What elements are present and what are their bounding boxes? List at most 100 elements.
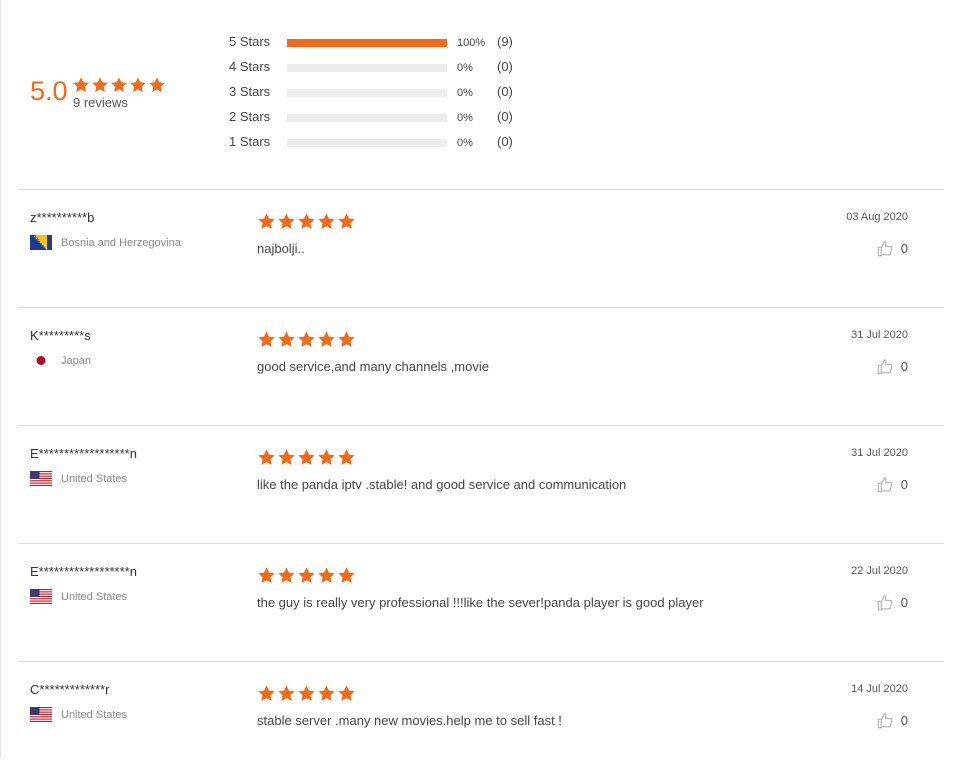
thumbs-up-icon	[877, 477, 893, 493]
star-icon	[130, 77, 146, 92]
review-date: 14 Jul 2020	[851, 683, 908, 695]
distribution-count: (0)	[497, 109, 513, 124]
star-icon	[298, 685, 315, 701]
review-text: stable server .many new movies.help me t…	[257, 713, 562, 728]
flag-ba-icon	[30, 235, 52, 250]
helpful-button[interactable]: 0	[877, 358, 908, 375]
star-icon	[338, 331, 355, 347]
star-icon	[73, 77, 89, 92]
star-icon	[149, 77, 165, 92]
helpful-count: 0	[900, 358, 908, 374]
review-item: K*********s Japan good service,and many …	[18, 307, 944, 426]
star-icon	[258, 213, 275, 229]
helpful-button[interactable]: 0	[877, 476, 908, 493]
review-date: 31 Jul 2020	[851, 447, 908, 459]
distribution-percent: 0%	[457, 112, 473, 124]
star-icon	[278, 331, 295, 347]
distribution-count: (0)	[497, 84, 513, 99]
helpful-count: 0	[900, 240, 908, 256]
reviewer-name: K*********s	[30, 328, 91, 343]
reviewer-country: United States	[30, 471, 127, 486]
star-icon	[298, 567, 315, 583]
review-count: 9 reviews	[73, 95, 128, 110]
thumbs-up-icon	[877, 241, 893, 257]
review-text: good service,and many channels ,movie	[257, 359, 489, 374]
star-icon	[111, 77, 127, 92]
star-icon	[258, 685, 275, 701]
flag-jp-icon	[30, 353, 52, 368]
review-stars	[257, 330, 356, 349]
distribution-label: 5 Stars	[229, 34, 271, 49]
star-icon	[318, 213, 335, 229]
reviewer-country: Japan	[30, 353, 91, 368]
average-rating: 5.0	[30, 76, 68, 106]
star-icon	[298, 331, 315, 347]
country-name: Japan	[61, 354, 91, 367]
country-name: United States	[61, 472, 128, 485]
review-date: 31 Jul 2020	[851, 329, 908, 341]
distribution-percent: 0%	[457, 137, 473, 149]
review-text: najbolji..	[257, 241, 305, 256]
star-icon	[278, 449, 295, 465]
star-icon	[318, 331, 335, 347]
star-icon	[338, 213, 355, 229]
distribution-label: 2 Stars	[229, 109, 271, 124]
distribution-percent: 100%	[457, 37, 486, 49]
distribution-bar-fill	[287, 39, 447, 47]
star-icon	[278, 685, 295, 701]
distribution-count: (0)	[497, 134, 513, 149]
country-name: United States	[61, 590, 128, 603]
flag-us-icon	[30, 471, 52, 486]
star-icon	[258, 331, 275, 347]
distribution-bar	[287, 64, 447, 72]
star-icon	[92, 77, 108, 92]
thumbs-up-icon	[877, 713, 893, 729]
star-icon	[318, 567, 335, 583]
star-icon	[338, 567, 355, 583]
helpful-count: 0	[900, 476, 908, 492]
review-date: 22 Jul 2020	[851, 565, 908, 577]
distribution-label: 3 Stars	[229, 84, 271, 99]
helpful-button[interactable]: 0	[877, 594, 908, 611]
reviewer-name: E******************n	[30, 564, 137, 579]
star-icon	[298, 213, 315, 229]
distribution-bar	[287, 89, 447, 97]
review-stars	[257, 684, 356, 703]
thumbs-up-icon	[877, 595, 893, 611]
review-item: E******************n United States the g…	[18, 543, 944, 662]
review-text: like the panda iptv .stable! and good se…	[257, 477, 627, 492]
distribution-count: (9)	[497, 34, 513, 49]
reviewer-country: Bosnia and Herzegovina	[30, 235, 181, 250]
review-date: 03 Aug 2020	[846, 211, 908, 223]
country-name: Bosnia and Herzegovina	[61, 236, 181, 249]
reviewer-name: z**********b	[30, 210, 95, 225]
star-icon	[318, 685, 335, 701]
review-item: z**********b Bosnia and Herzegovina najb…	[18, 189, 944, 308]
flag-us-icon	[30, 589, 52, 604]
distribution-bar	[287, 139, 447, 147]
average-stars	[72, 76, 166, 94]
star-icon	[338, 449, 355, 465]
distribution-count: (0)	[497, 59, 513, 74]
star-icon	[318, 449, 335, 465]
distribution-label: 4 Stars	[229, 59, 271, 74]
rating-summary: 5.0 9 reviews 5 Stars 100% (9) 4 Stars 0…	[0, 0, 960, 189]
distribution-percent: 0%	[457, 87, 473, 99]
flag-us-icon	[30, 707, 52, 722]
star-icon	[258, 567, 275, 583]
reviewer-country: United States	[30, 707, 127, 722]
review-stars	[257, 212, 356, 231]
review-stars	[257, 448, 356, 467]
country-name: United States	[61, 708, 128, 721]
review-stars	[257, 566, 356, 585]
distribution-label: 1 Stars	[229, 134, 271, 149]
reviewer-name: E******************n	[30, 446, 137, 461]
star-icon	[338, 685, 355, 701]
helpful-button[interactable]: 0	[877, 712, 908, 729]
helpful-button[interactable]: 0	[877, 240, 908, 257]
thumbs-up-icon	[877, 359, 893, 375]
distribution-bar	[287, 39, 447, 47]
distribution-bar	[287, 114, 447, 122]
reviewer-name: C*************r	[30, 682, 110, 697]
star-icon	[298, 449, 315, 465]
